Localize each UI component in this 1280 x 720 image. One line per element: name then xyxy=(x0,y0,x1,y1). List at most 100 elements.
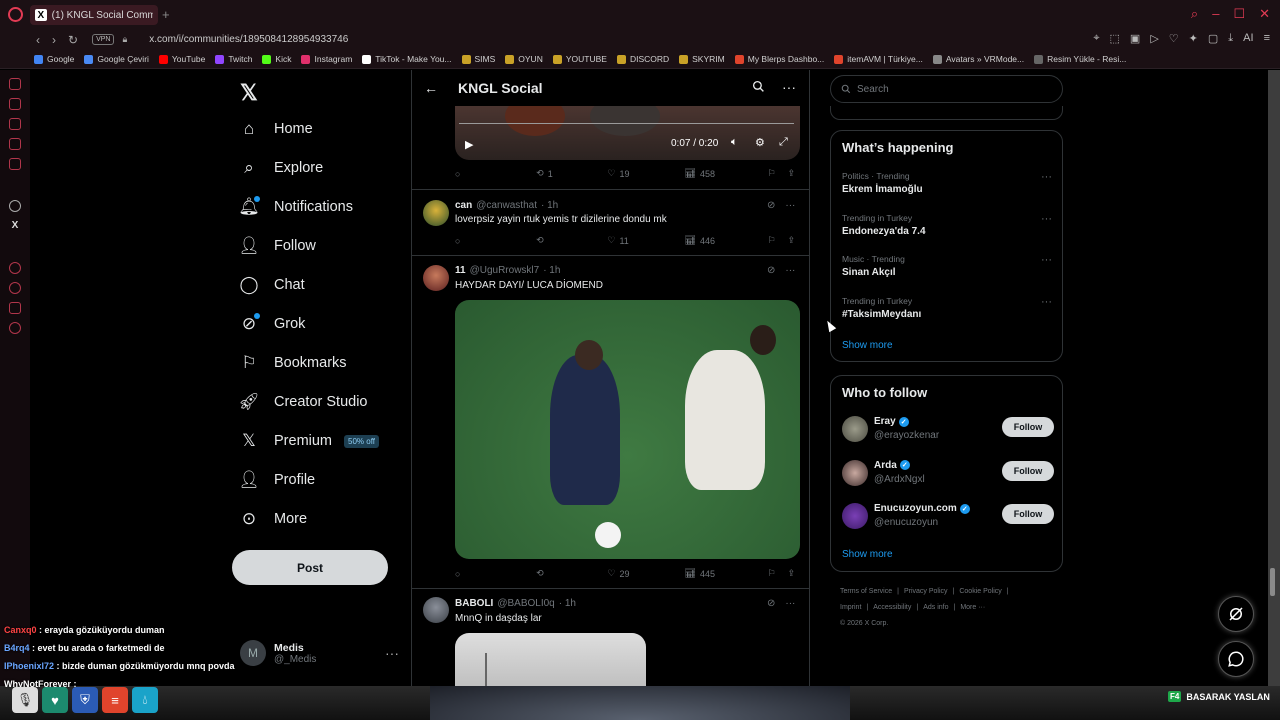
url-field[interactable]: x.com/i/communities/1895084128954933746 xyxy=(149,34,348,45)
bookmark-icon[interactable]: ⚐ xyxy=(768,235,788,246)
sidebar-icon[interactable] xyxy=(9,118,21,130)
like-button[interactable]: ♡ 11 xyxy=(607,235,684,246)
x-sidebar-icon[interactable]: X xyxy=(9,220,21,232)
play-icon[interactable]: ▷ xyxy=(1150,32,1158,45)
grok-icon[interactable]: ⊘ xyxy=(767,265,775,276)
back-arrow-icon[interactable]: ← xyxy=(424,80,438,96)
bookmark-item[interactable]: OYUN xyxy=(505,54,543,64)
bookmark-item[interactable]: TikTok - Make You... xyxy=(362,54,452,64)
post-media-video[interactable] xyxy=(455,300,800,559)
avatar[interactable] xyxy=(842,416,868,442)
bookmark-item[interactable]: SKYRIM xyxy=(679,54,725,64)
heart-icon[interactable]: ♥ xyxy=(42,687,68,713)
bookmark-item[interactable]: Avatars » VRMode... xyxy=(932,54,1024,64)
nav-item-profile[interactable]: 👤︎ Profile xyxy=(238,468,315,492)
maximize-button[interactable]: ☐ xyxy=(1233,7,1245,21)
post-button[interactable]: Post xyxy=(232,550,388,585)
follow-suggestion[interactable]: Eray ✓ @erayozkenar Follow xyxy=(842,414,1054,446)
bookmark-item[interactable]: Instagram xyxy=(301,54,352,64)
trend-item[interactable]: Trending in Turkey #TaksimMeydanı ··· xyxy=(842,296,1052,320)
account-switcher[interactable]: M Medis @_Medis xyxy=(240,640,316,666)
more-icon[interactable]: ··· xyxy=(1041,213,1052,225)
nav-item-more[interactable]: ⊙ More xyxy=(238,507,307,531)
fullscreen-icon[interactable]: ⤢ xyxy=(779,136,788,149)
more-icon[interactable]: ··· xyxy=(1041,296,1052,308)
stack-icon[interactable]: ≡ xyxy=(102,687,128,713)
bookmark-item[interactable]: Google xyxy=(34,54,74,64)
search-icon[interactable] xyxy=(752,80,765,93)
bookmark-item[interactable]: itemAVM | Türkiye... xyxy=(834,54,923,64)
back-button[interactable]: ‹ xyxy=(36,33,40,47)
more-icon[interactable]: ··· xyxy=(1041,254,1052,266)
grok-icon[interactable]: ⊘ xyxy=(767,598,775,609)
show-more-link[interactable]: Show more xyxy=(842,549,893,560)
views-button[interactable]: 📊︎ 446 xyxy=(685,235,768,246)
history-icon[interactable] xyxy=(9,282,21,294)
drop-icon[interactable]: 💧︎ xyxy=(132,687,158,713)
views-button[interactable]: 📊︎ 458 xyxy=(685,168,768,179)
grok-icon[interactable]: ⊘ xyxy=(767,200,775,211)
repost-icon[interactable]: ⟲ xyxy=(536,235,607,246)
nav-item-explore[interactable]: ⌕ Explore xyxy=(238,156,323,180)
show-more-link[interactable]: Show more xyxy=(842,340,893,351)
follow-suggestion[interactable]: Arda ✓ @ArdxNgxl Follow xyxy=(842,458,1054,490)
forward-button[interactable]: › xyxy=(52,33,56,47)
player-icon[interactable] xyxy=(9,262,21,274)
more-icon[interactable]: ··· xyxy=(782,79,796,95)
follow-button[interactable]: Follow xyxy=(1002,417,1054,437)
sidebar-icon[interactable] xyxy=(9,138,21,150)
x-logo-icon[interactable]: 𝕏 xyxy=(240,80,258,106)
messages-button[interactable] xyxy=(1218,641,1254,677)
bookmark-icon[interactable]: ⚐ xyxy=(768,168,788,179)
nav-item-grok[interactable]: ⊘ Grok xyxy=(238,312,305,336)
heart-icon[interactable]: ♡ xyxy=(1169,32,1179,45)
close-button[interactable]: ✕ xyxy=(1259,7,1270,21)
search-input[interactable]: Search xyxy=(830,75,1063,103)
volume-icon[interactable]: 🔈︎ xyxy=(731,136,738,149)
reply-icon[interactable]: ○ xyxy=(455,236,536,246)
share-icon[interactable]: ⇪ xyxy=(787,168,795,179)
minimize-button[interactable]: – xyxy=(1212,7,1219,21)
pin-icon[interactable]: ⌖ xyxy=(1093,32,1099,45)
follow-suggestion[interactable]: Enucuzoyun.com ✓ @enucuzoyun Follow xyxy=(842,501,1054,533)
nav-item-follow[interactable]: 👤︎ Follow xyxy=(238,234,316,258)
sidebar-icon[interactable] xyxy=(9,78,21,90)
settings-icon[interactable] xyxy=(9,322,21,334)
browser-tab[interactable]: X (1) KNGL Social Comm xyxy=(30,5,158,25)
footer-link[interactable]: Terms of Service xyxy=(840,588,892,595)
trend-item[interactable]: Trending in Turkey Endonezya'da 7.4 ··· xyxy=(842,213,1052,237)
nav-item-notifications[interactable]: 🔔︎ Notifications xyxy=(238,195,353,219)
grok-button[interactable] xyxy=(1218,596,1254,632)
trend-item[interactable]: Politics · Trending Ekrem İmamoğlu ··· xyxy=(842,171,1052,195)
more-icon[interactable]: ··· xyxy=(385,645,399,661)
video-progress-bar[interactable] xyxy=(459,123,794,124)
post[interactable]: can @canwasthat · 1h loverpsiz yayin rtuk … xyxy=(412,189,809,255)
search-icon[interactable]: ⌕ xyxy=(1191,7,1198,21)
sidebar-icon[interactable] xyxy=(9,98,21,110)
more-icon[interactable]: ··· xyxy=(785,265,795,276)
more-icon[interactable]: ··· xyxy=(1041,171,1052,183)
nav-item-home[interactable]: ⌂ Home xyxy=(238,117,313,141)
nav-item-chat[interactable]: ◯ Chat xyxy=(238,273,304,297)
avatar[interactable] xyxy=(423,265,449,291)
mic-icon[interactable]: 🎙︎ xyxy=(12,687,38,713)
sidebar-icon[interactable] xyxy=(9,158,21,170)
nav-item-premium[interactable]: 𝕏 Premium 50% off xyxy=(238,429,379,453)
scrollbar[interactable] xyxy=(1268,70,1280,688)
box-icon[interactable]: ▢ xyxy=(1208,32,1218,45)
share-icon[interactable]: ⇪ xyxy=(787,568,795,579)
reply-icon[interactable]: ○ xyxy=(455,569,536,579)
video-player[interactable]: ▶ 0:07 / 0:20 🔈︎ ⚙ ⤢ xyxy=(455,106,800,160)
download-icon[interactable]: ⤓ xyxy=(1228,32,1233,45)
more-icon[interactable]: ··· xyxy=(785,200,795,211)
opera-logo-icon[interactable] xyxy=(8,7,23,22)
bookmark-item[interactable]: YOUTUBE xyxy=(552,54,607,64)
vpn-badge[interactable]: VPN xyxy=(92,34,115,45)
bookmark-item[interactable]: Kick xyxy=(262,54,291,64)
shield-icon[interactable]: ⛨ xyxy=(72,687,98,713)
footer-link[interactable]: Privacy Policy xyxy=(904,588,948,595)
footer-link[interactable]: Cookie Policy xyxy=(959,588,1001,595)
follow-button[interactable]: Follow xyxy=(1002,460,1054,481)
reload-button[interactable]: ↻ xyxy=(68,33,78,47)
bookmark-item[interactable]: Twitch xyxy=(215,54,252,64)
